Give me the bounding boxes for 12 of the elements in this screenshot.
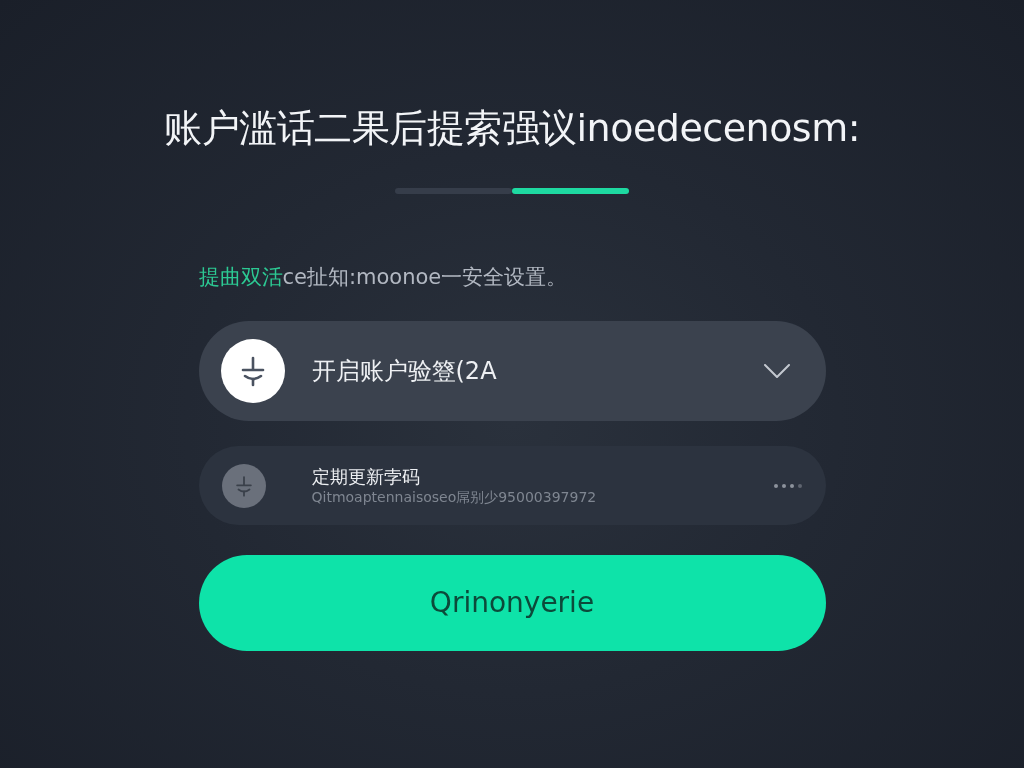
setting-option[interactable]: 开启账户验簦(2A <box>198 321 826 422</box>
option-title: 定期更新孛码 <box>311 464 421 489</box>
option-description: Qitmoaptennaisoseo屌别少95000397972 <box>311 488 598 507</box>
more-icon <box>773 483 802 488</box>
option-title: 开启账户验簦(2A <box>311 356 498 388</box>
page-title: 账户滥话二果后提索强议inoedecenosm: <box>163 106 861 152</box>
primary-button[interactable]: Qrinonyerie <box>198 555 826 652</box>
ground-symbol-icon <box>220 339 285 404</box>
setting-option[interactable]: 定期更新孛码 Qitmoaptennaisoseo屌别少95000397972 <box>198 446 826 526</box>
chevron-down-icon <box>763 364 790 379</box>
subtitle-text: 提曲双活ce扯知:moonoe一安全设置。 <box>198 263 569 291</box>
ground-symbol-icon <box>221 463 266 508</box>
